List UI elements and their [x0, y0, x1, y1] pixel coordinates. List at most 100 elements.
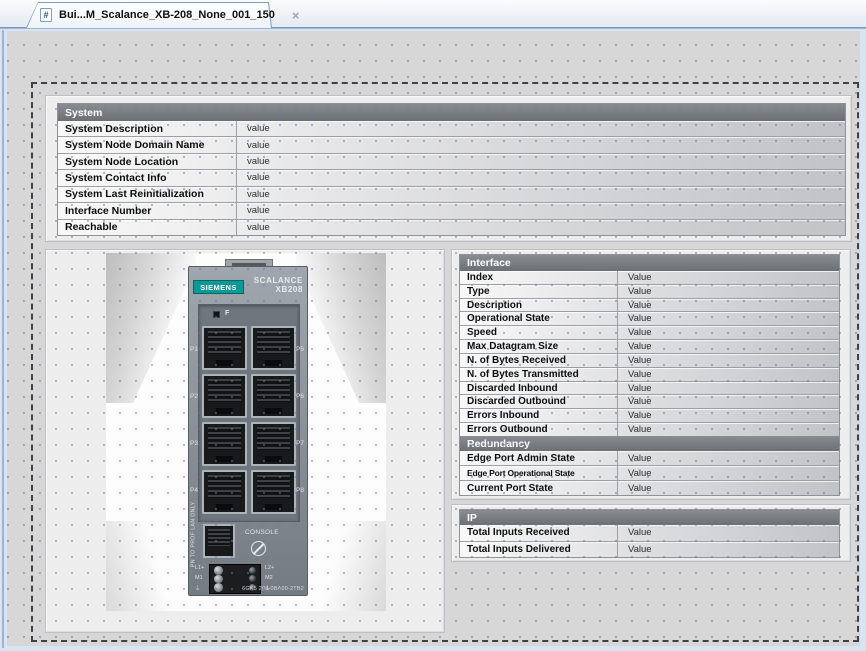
table-row[interactable]: N. of Bytes Received Value	[460, 354, 839, 368]
table-row[interactable]: System Node Location value	[58, 154, 845, 170]
design-canvas[interactable]: System System Description value System N…	[7, 31, 860, 646]
console-port	[203, 524, 235, 558]
row-label: Reachable	[58, 220, 236, 235]
terminal-screw	[249, 575, 256, 582]
row-label: N. of Bytes Received	[460, 354, 617, 367]
system-table-header: System	[58, 104, 845, 121]
row-value: Value	[617, 312, 839, 325]
row-label: Speed	[460, 326, 617, 339]
rj45-port	[202, 422, 247, 466]
device-picture-panel[interactable]: SIEMENS SCALANCE XB208 F	[45, 249, 445, 633]
table-row[interactable]: Edge Port Admin State Value	[460, 451, 839, 466]
interface-table-header: Interface	[460, 255, 839, 271]
table-row[interactable]: Reachable value	[58, 220, 845, 235]
table-row[interactable]: Max Datagram Size Value	[460, 340, 839, 354]
table-row[interactable]: Total Inputs Received Value	[460, 525, 839, 542]
row-value: Value	[617, 354, 839, 367]
row-value: value	[236, 121, 845, 136]
table-row[interactable]: System Node Domain Name value	[58, 137, 845, 153]
redundancy-table-rows: Edge Port Admin State Value Edge Port Op…	[460, 451, 839, 495]
console-label: CONSOLE	[245, 529, 279, 536]
table-row[interactable]: Description Value	[460, 299, 839, 313]
fault-led	[213, 311, 220, 318]
row-label: Errors Inbound	[460, 409, 617, 422]
rj45-port	[251, 374, 296, 418]
rj45-port	[251, 470, 296, 514]
table-row[interactable]: System Last Reinitialization value	[58, 187, 845, 203]
table-row[interactable]: Edge Port Operational State Value	[460, 466, 839, 481]
row-label: Operational State	[460, 312, 617, 325]
row-label: Interface Number	[58, 203, 236, 218]
row-label: Edge Port Operational State	[460, 466, 617, 480]
table-row[interactable]: Errors Outbound Value	[460, 423, 839, 436]
row-label: System Node Location	[58, 154, 236, 169]
row-label: Total Inputs Delivered	[460, 542, 617, 558]
terminal-screw	[214, 583, 223, 592]
photo-shadow-top-left	[106, 253, 196, 403]
photo-shadow-bottom-left	[106, 521, 176, 611]
port-label: P6	[296, 373, 307, 420]
port-label: P8	[296, 467, 307, 514]
table-row[interactable]: Operational State Value	[460, 312, 839, 326]
table-row[interactable]: Interface Number value	[58, 203, 845, 219]
port-label: P7	[296, 420, 307, 467]
table-row[interactable]: Total Inputs Delivered Value	[460, 542, 839, 558]
article-number: 6GK5 208-0BA00-2TB2	[242, 586, 304, 592]
system-panel[interactable]: System System Description value System N…	[45, 95, 852, 242]
table-row[interactable]: Current Port State Value	[460, 481, 839, 495]
row-label: System Node Domain Name	[58, 137, 236, 152]
row-value: Value	[617, 326, 839, 339]
row-label: Discarded Outbound	[460, 395, 617, 408]
table-row[interactable]: Errors Inbound Value	[460, 409, 839, 423]
faceplate-editor-window: # Bui...M_Scalance_XB-208_None_001_150 ×…	[0, 0, 866, 651]
terminal-label: ⏚	[195, 587, 204, 593]
table-row[interactable]: System Description value	[58, 121, 845, 137]
row-label: Discarded Inbound	[460, 382, 617, 395]
row-value: Value	[617, 299, 839, 312]
device-side-text: PN TO PROF LAN ONLY	[189, 417, 198, 567]
rj45-port	[202, 326, 247, 370]
faceplate-type-icon: #	[40, 8, 52, 22]
row-value: Value	[617, 525, 839, 541]
photo-shadow-top-right	[296, 253, 386, 403]
scalance-device-photo[interactable]: SIEMENS SCALANCE XB208 F	[106, 253, 386, 611]
interface-panel[interactable]: Interface Index Value Type Value	[451, 249, 851, 500]
tab-close-icon[interactable]: ×	[292, 9, 300, 22]
row-value: Value	[617, 368, 839, 381]
row-value: Value	[617, 382, 839, 395]
interface-table-rows: Index Value Type Value Description	[460, 271, 839, 436]
rj45-port	[251, 422, 296, 466]
table-row[interactable]: Type Value	[460, 285, 839, 299]
row-value: Value	[617, 451, 839, 465]
terminal-label: L2+	[265, 566, 274, 572]
product-name: SCALANCE XB208	[233, 276, 303, 294]
table-row[interactable]: Discarded Outbound Value	[460, 395, 839, 409]
photo-shadow-bottom-right	[316, 521, 386, 611]
terminal-screw	[214, 575, 223, 584]
row-value: value	[236, 203, 845, 218]
row-label: Errors Outbound	[460, 423, 617, 436]
system-table[interactable]: System System Description value System N…	[57, 103, 846, 236]
row-label: N. of Bytes Transmitted	[460, 368, 617, 381]
table-row[interactable]: System Contact Info value	[58, 170, 845, 186]
row-label: System Contact Info	[58, 170, 236, 185]
rj45-port	[202, 470, 247, 514]
ip-table-header: IP	[460, 510, 839, 525]
terminal-label: M1	[195, 576, 204, 582]
table-row[interactable]: Discarded Inbound Value	[460, 382, 839, 396]
terminal-labels-left: L1+M1⏚	[195, 563, 204, 595]
row-label: Type	[460, 285, 617, 298]
table-row[interactable]: Speed Value	[460, 326, 839, 340]
port-label: P2	[190, 373, 201, 420]
port-label: P1	[190, 326, 201, 373]
row-value: Value	[617, 271, 839, 284]
ip-panel[interactable]: IP Total Inputs Received Value Total Inp…	[451, 504, 851, 562]
ip-table[interactable]: IP Total Inputs Received Value Total Inp…	[459, 509, 840, 558]
terminal-label: M2	[265, 576, 274, 582]
row-value: Value	[617, 466, 839, 480]
interface-table[interactable]: Interface Index Value Type Value	[459, 254, 840, 496]
table-row[interactable]: Index Value	[460, 271, 839, 285]
row-value: Value	[617, 409, 839, 422]
row-value: Value	[617, 481, 839, 495]
table-row[interactable]: N. of Bytes Transmitted Value	[460, 368, 839, 382]
